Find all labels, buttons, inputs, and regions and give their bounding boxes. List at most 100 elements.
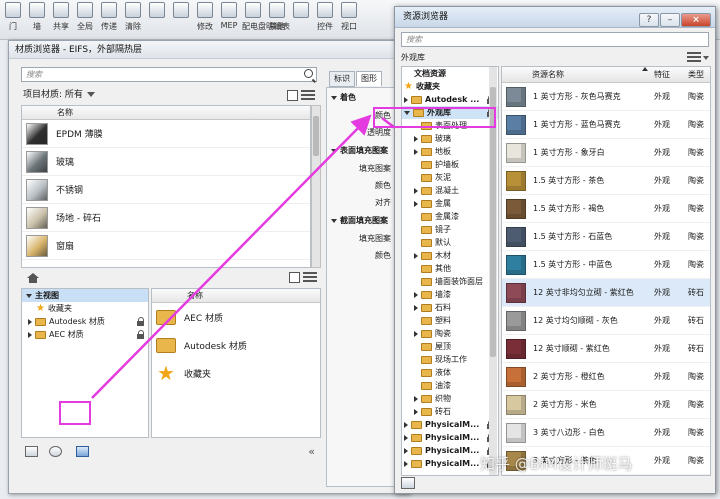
tool-icon[interactable] [173,2,189,18]
material-row[interactable]: 不锈钢 [22,176,310,204]
tree-node[interactable]: 玻璃 [402,132,498,145]
expand-icon[interactable] [404,460,408,467]
tree-scrollbar[interactable] [489,67,497,475]
asset-row[interactable]: 1.5 英寸方形 - 石蓝色 外观 陶瓷 [502,223,710,251]
column-feature[interactable]: 特征 [654,67,670,83]
expand-icon[interactable] [414,148,418,155]
tree-node[interactable]: 墙漆 [402,288,498,301]
expand-icon[interactable] [404,447,408,454]
project-materials-filter[interactable]: 项目材质: 所有 [23,90,83,100]
tree-node[interactable]: 现场工作 [402,353,498,366]
scrollbar-thumb[interactable] [313,116,319,156]
tree-node[interactable]: 陶瓷 [402,327,498,340]
minimize-icon[interactable]: – [660,13,680,27]
tool-icon[interactable] [221,2,237,18]
asset-row[interactable]: 12 英寸非均匀立砌 - 紫红色 外观 砖石 [502,279,710,307]
tool-icon[interactable] [269,2,285,18]
expand-icon[interactable] [414,395,418,402]
home-icon[interactable] [27,273,39,283]
tree-node[interactable]: 墙面装饰面层 [402,275,498,288]
ribbon-tool[interactable]: MEP [218,2,240,30]
asset-row[interactable]: 1.5 英寸方形 - 茶色 外观 陶瓷 [502,167,710,195]
library-tree-item[interactable]: AEC 材质 [22,328,148,341]
tool-icon[interactable] [245,2,261,18]
create-library-icon[interactable] [25,446,38,457]
library-list-item[interactable]: AEC 材质 [152,303,320,331]
expand-icon[interactable] [28,331,32,338]
tree-node[interactable]: 石料 [402,301,498,314]
materials-scrollbar[interactable] [311,105,321,268]
asset-row[interactable]: 1.5 英寸方形 - 中蓝色 外观 陶瓷 [502,251,710,279]
ribbon-tool[interactable]: 视口 [338,2,360,32]
tree-node[interactable]: PhysicalM... [402,418,498,431]
tree-node[interactable]: 灰泥 [402,171,498,184]
material-row[interactable]: EPDM 薄膜 [22,120,310,148]
expand-icon[interactable] [414,135,418,142]
add-material-icon[interactable] [49,446,62,457]
column-header-name[interactable]: 名称 [152,289,320,303]
list-view-icon[interactable] [303,272,317,283]
sort-ascending-icon[interactable] [642,67,648,71]
tree-node[interactable]: 文档资源 [402,67,498,80]
tree-node[interactable]: 金属漆 [402,210,498,223]
tree-node[interactable]: 默认 [402,236,498,249]
library-list-item[interactable]: Autodesk 材质 [152,331,320,359]
expand-icon[interactable] [404,421,408,428]
tool-icon[interactable] [101,2,117,18]
search-icon[interactable] [304,69,313,78]
asset-row[interactable]: 3 英寸八边形 - 白色 外观 陶瓷 [502,419,710,447]
material-row[interactable]: 场地 - 碎石 [22,204,310,232]
tree-node[interactable]: 地板 [402,145,498,158]
tree-node[interactable]: 油漆 [402,379,498,392]
property-section-header[interactable]: 截面填充图案 [331,215,403,226]
tree-root-home[interactable]: 主视图 [22,289,148,302]
tool-icon[interactable] [29,2,45,18]
panel-toggle-icon[interactable] [289,272,300,283]
column-category[interactable]: 类型 [688,67,704,83]
tree-node[interactable]: 木材 [402,249,498,262]
expand-icon[interactable] [331,218,337,223]
library-tree-item[interactable]: Autodesk 材质 [22,315,148,328]
tool-icon[interactable] [125,2,141,18]
tree-node[interactable]: 屋顶 [402,340,498,353]
close-icon[interactable]: × [681,13,711,27]
asset-row[interactable]: 12 英寸顺砌 - 紫红色 外观 砖石 [502,335,710,363]
material-row[interactable]: 玻璃 [22,148,310,176]
tool-icon[interactable] [53,2,69,18]
tool-icon[interactable] [77,2,93,18]
chevron-down-icon[interactable] [86,92,95,97]
tree-node[interactable]: 镜子 [402,223,498,236]
tool-icon[interactable] [341,2,357,18]
ribbon-tool[interactable]: 门 [2,2,24,32]
ribbon-tool[interactable] [146,2,168,21]
expand-icon[interactable] [414,330,418,337]
asset-row[interactable]: 2 英寸方形 - 米色 外观 陶瓷 [502,391,710,419]
expand-icon[interactable] [414,304,418,311]
tree-node[interactable]: 金属 [402,197,498,210]
expand-icon[interactable] [414,187,418,194]
expand-icon[interactable] [414,252,418,259]
tree-node[interactable]: 其他 [402,262,498,275]
material-search-input[interactable] [22,68,298,81]
expand-icon[interactable] [404,96,408,103]
library-list-item[interactable]: ★ 收藏夹 [152,359,320,387]
material-search-box[interactable] [21,67,317,82]
ribbon-tool[interactable]: 清除 [122,2,144,32]
open-asset-browser-button[interactable] [76,446,89,457]
expand-icon[interactable] [331,148,337,153]
ribbon-tool[interactable]: 全局 [74,2,96,32]
tree-node[interactable]: PhysicalM... [402,431,498,444]
help-icon[interactable]: ? [639,13,659,27]
tree-node[interactable]: 液体 [402,366,498,379]
tree-node[interactable]: 砖石 [402,405,498,418]
tool-icon[interactable] [317,2,333,18]
tool-icon[interactable] [197,2,213,18]
material-row[interactable]: 窗扇 [22,232,310,260]
ribbon-tool[interactable]: 传递 [98,2,120,32]
asset-row[interactable]: 2 英寸方形 - 橙红色 外观 陶瓷 [502,363,710,391]
ribbon-tool[interactable] [290,2,312,21]
tree-node[interactable]: 护墙板 [402,158,498,171]
expand-icon[interactable] [26,293,32,298]
expand-icon[interactable] [414,408,418,415]
asset-footer-icon[interactable] [401,477,415,489]
